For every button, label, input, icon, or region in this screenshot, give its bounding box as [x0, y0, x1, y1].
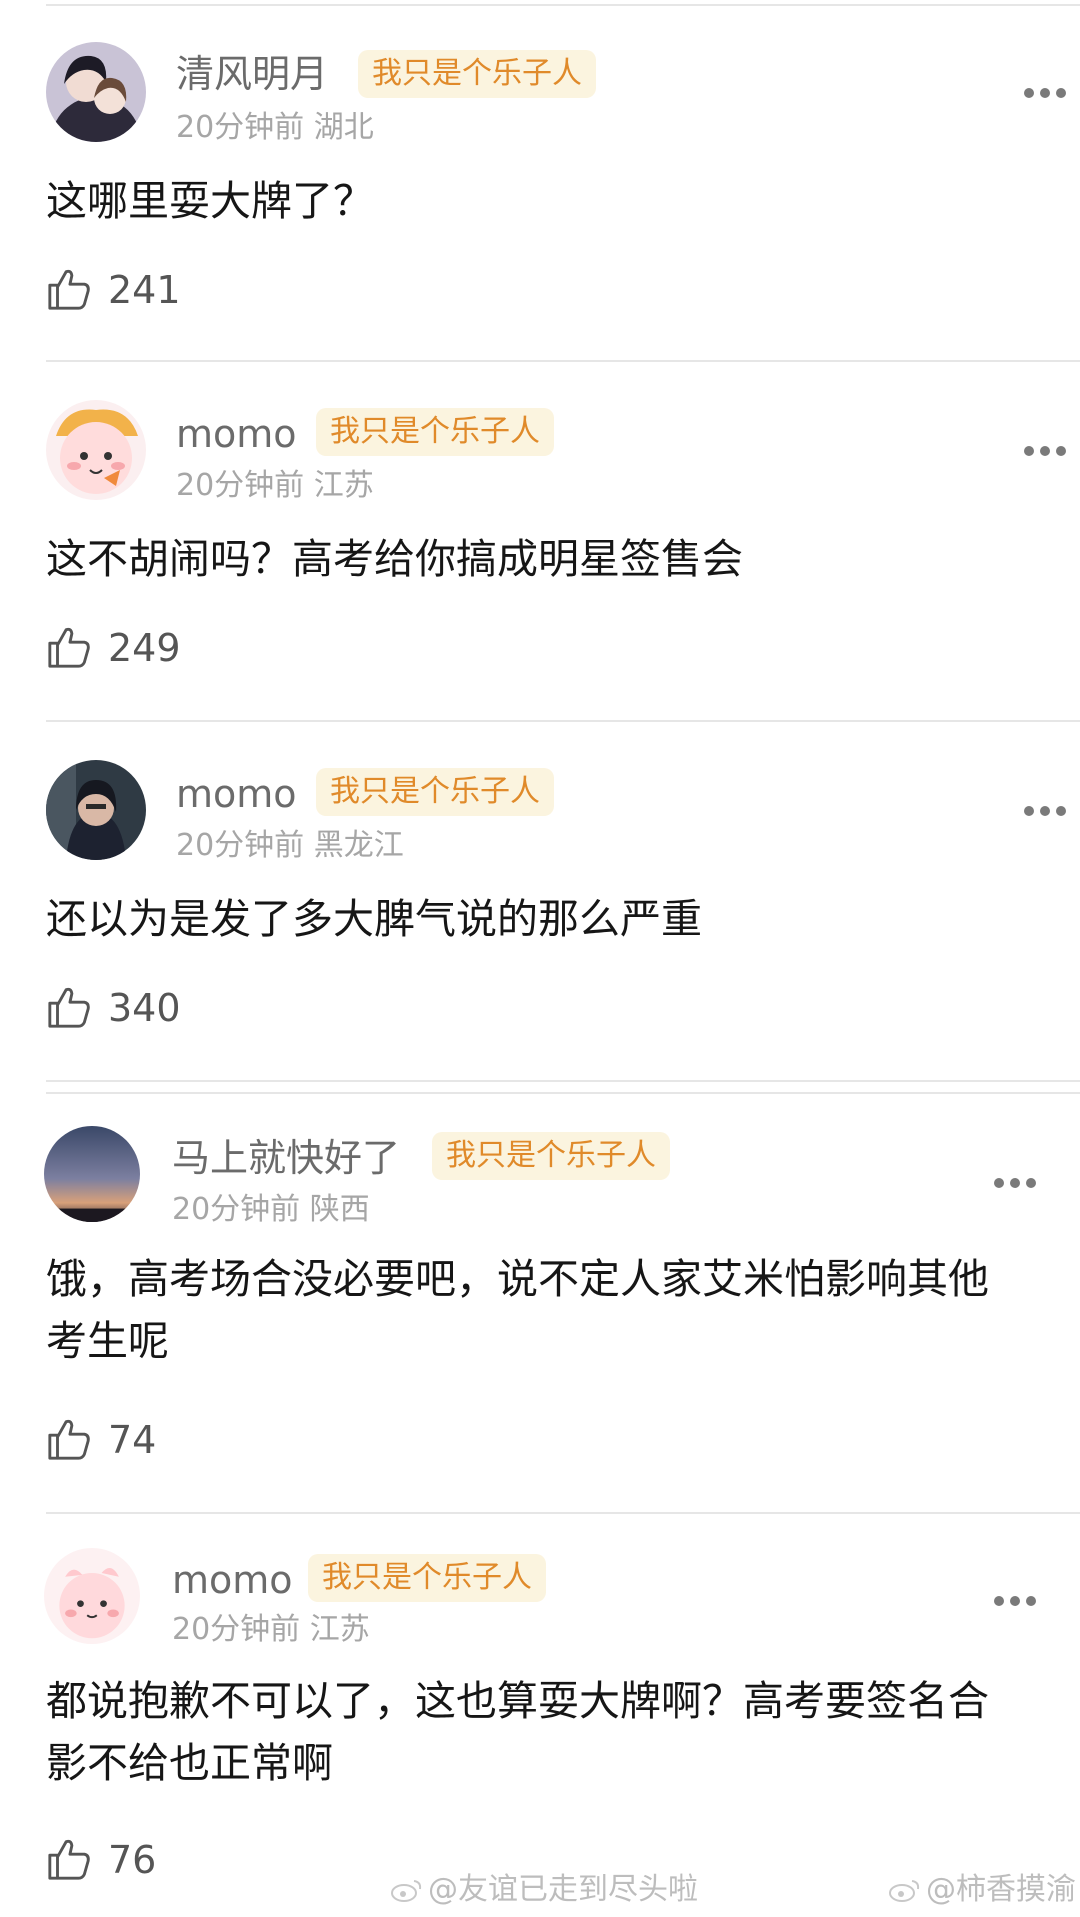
anime-couple-avatar-icon — [46, 42, 146, 142]
comment-divider — [46, 360, 1080, 362]
watermark: @友谊已走到尽头啦 — [390, 1872, 698, 1908]
user-avatar[interactable] — [46, 400, 146, 500]
like-count: 340 — [108, 986, 181, 1030]
username[interactable]: 清风明月 — [176, 52, 328, 96]
comment-meta: 20分钟前 黑龙江 — [176, 828, 404, 864]
sunset-avatar-icon — [44, 1126, 140, 1222]
user-badge: 我只是个乐子人 — [316, 408, 554, 456]
comment-item: momo 我只是个乐子人 20分钟前 江苏 都说抱歉不可以了，这也算耍大牌啊？高… — [0, 1512, 1080, 1917]
user-badge: 我只是个乐子人 — [358, 50, 596, 98]
more-options-icon[interactable] — [994, 1176, 1038, 1190]
comment-region: 江苏 — [313, 468, 374, 503]
comment-text: 这哪里耍大牌了？ — [46, 177, 374, 225]
watermark-text: @友谊已走到尽头啦 — [428, 1872, 698, 1907]
comment-time: 20分钟前 — [172, 1612, 301, 1647]
like-count: 241 — [108, 268, 181, 312]
more-options-icon[interactable] — [994, 1594, 1038, 1608]
user-avatar[interactable] — [44, 1548, 140, 1644]
watermark-text: @柿香摸渝 — [926, 1872, 1076, 1907]
user-avatar[interactable] — [46, 760, 146, 860]
user-badge: 我只是个乐子人 — [308, 1554, 546, 1602]
comment-divider — [46, 1512, 1080, 1514]
user-avatar[interactable] — [46, 42, 146, 142]
user-avatar[interactable] — [44, 1126, 140, 1222]
comment-item: momo 我只是个乐子人 20分钟前 江苏 这不胡闹吗？高考给你搞成明星签售会 … — [0, 360, 1080, 720]
comment-divider — [46, 1092, 1080, 1094]
more-options-icon[interactable] — [1024, 804, 1068, 818]
comment-time: 20分钟前 — [176, 110, 305, 145]
comment-meta: 20分钟前 江苏 — [172, 1612, 370, 1648]
like-count: 76 — [108, 1838, 157, 1882]
weibo-logo-icon — [889, 1880, 920, 1902]
comment-meta: 20分钟前 陕西 — [172, 1192, 370, 1228]
comment-divider — [46, 1080, 1080, 1082]
comment-meta: 20分钟前 江苏 — [176, 468, 374, 504]
comment-region: 湖北 — [313, 110, 374, 145]
more-options-icon[interactable] — [1024, 86, 1068, 100]
comment-meta: 20分钟前 湖北 — [176, 110, 374, 146]
like-count: 74 — [108, 1418, 157, 1462]
username[interactable]: 马上就快好了 — [172, 1136, 400, 1180]
comment-time: 20分钟前 — [176, 828, 305, 863]
comment-region: 黑龙江 — [313, 828, 404, 863]
comment-text: 都说抱歉不可以了，这也算耍大牌啊？高考要签名合影不给也正常啊 — [46, 1677, 989, 1787]
photo-avatar-icon — [46, 760, 146, 860]
comment-text: 还以为是发了多大脾气说的那么严重 — [46, 895, 702, 943]
thumbs-up-icon — [48, 1419, 90, 1460]
comment-text: 饿，高考场合没必要吧，说不定人家艾米怕影响其他考生呢 — [46, 1255, 989, 1365]
user-badge: 我只是个乐子人 — [316, 768, 554, 816]
comment-region: 江苏 — [309, 1612, 370, 1647]
watermark: @柿香摸渝 — [888, 1872, 1076, 1908]
username[interactable]: momo — [176, 772, 297, 816]
username[interactable]: momo — [176, 412, 297, 456]
more-options-icon[interactable] — [1024, 444, 1068, 458]
comment-item: momo 我只是个乐子人 20分钟前 黑龙江 还以为是发了多大脾气说的那么严重 … — [0, 720, 1080, 1080]
like-count: 249 — [108, 626, 181, 670]
comment-divider — [46, 720, 1080, 722]
thumbs-up-icon — [48, 269, 90, 310]
comment-item: 马上就快好了 我只是个乐子人 20分钟前 陕西 饿，高考场合没必要吧，说不定人家… — [0, 1080, 1080, 1512]
thumbs-up-icon — [48, 987, 90, 1028]
weibo-logo-icon — [391, 1880, 422, 1902]
comment-text: 这不胡闹吗？高考给你搞成明星签售会 — [46, 535, 743, 583]
pink-bunny-avatar-icon — [46, 400, 146, 500]
username[interactable]: momo — [172, 1558, 293, 1602]
comment-region: 陕西 — [309, 1192, 370, 1227]
user-badge: 我只是个乐子人 — [432, 1132, 670, 1180]
comment-item: 清风明月 我只是个乐子人 20分钟前 湖北 这哪里耍大牌了？ 241 — [0, 0, 1080, 360]
thumbs-up-icon — [48, 1839, 90, 1880]
comment-time: 20分钟前 — [176, 468, 305, 503]
comment-time: 20分钟前 — [172, 1192, 301, 1227]
thumbs-up-icon — [48, 627, 90, 668]
pink-bunny-avatar-icon — [44, 1548, 140, 1644]
